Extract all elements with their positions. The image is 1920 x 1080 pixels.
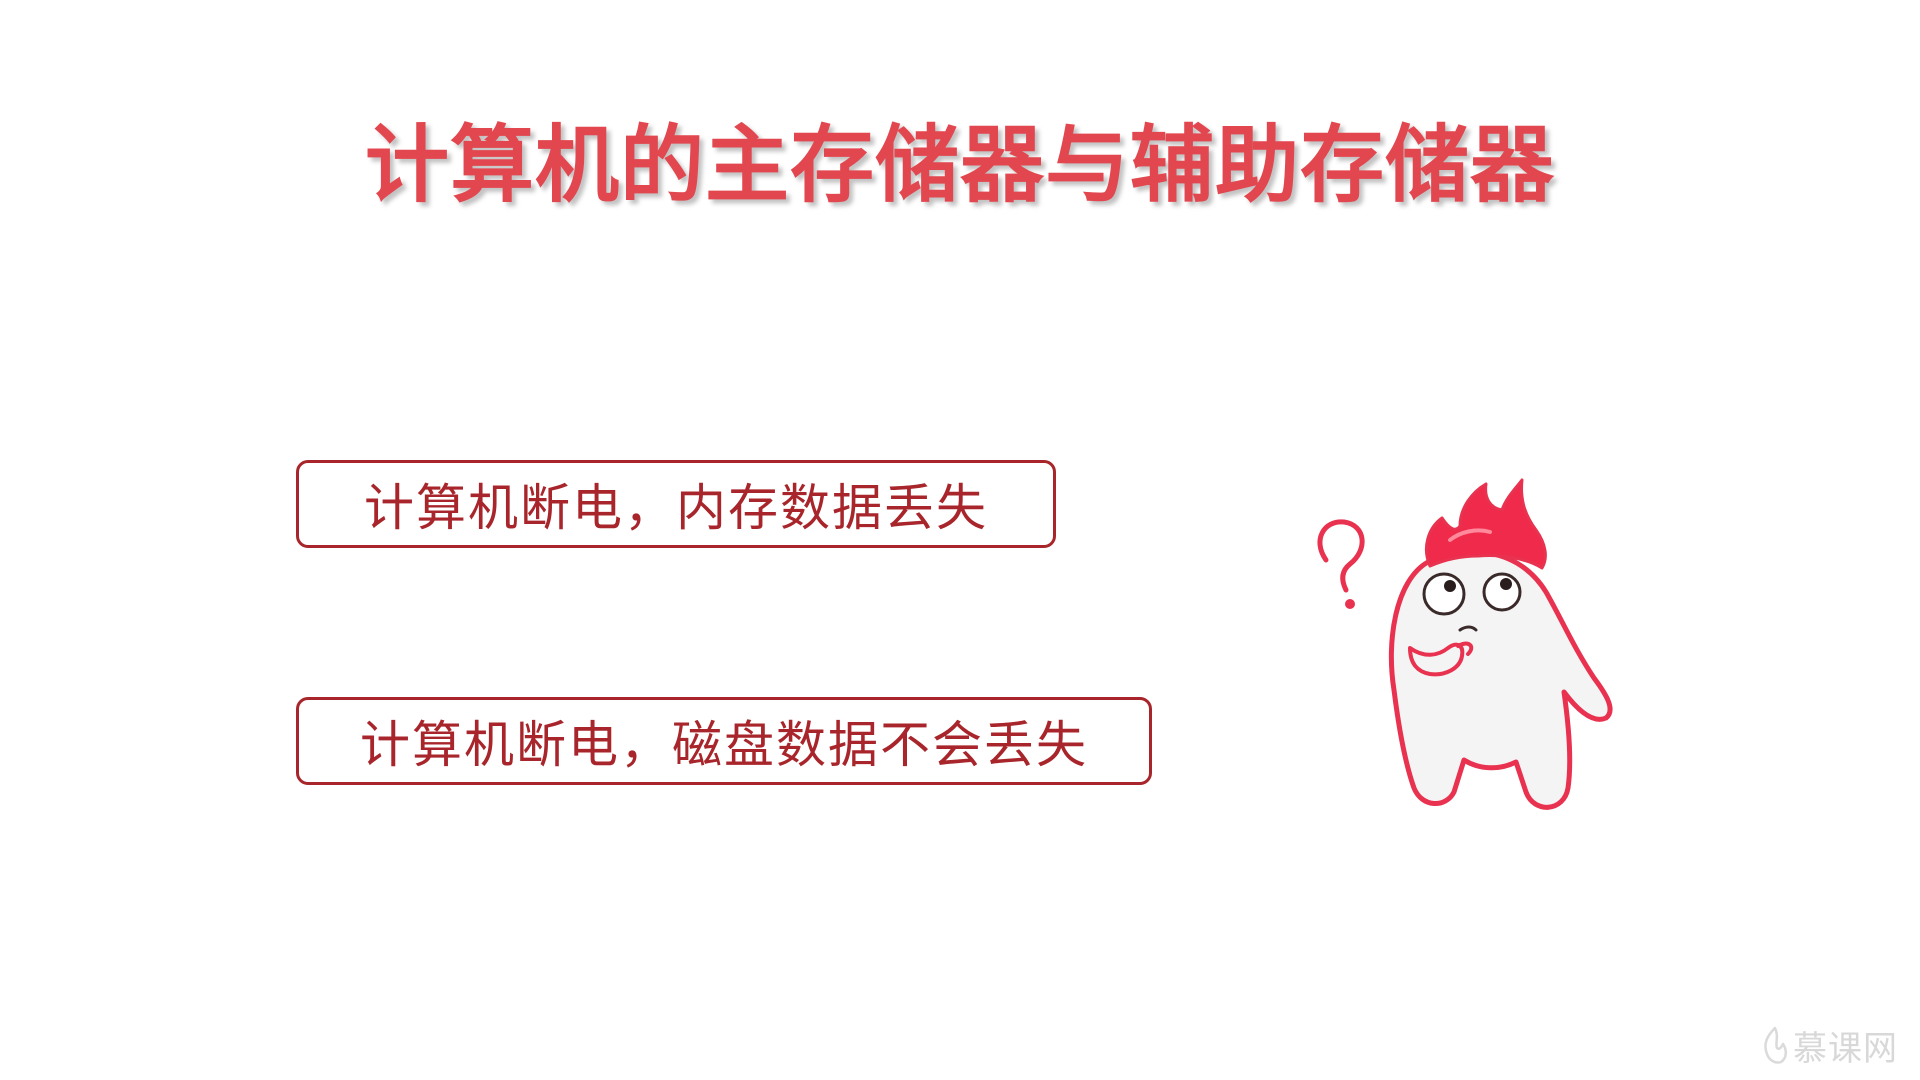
point-box-memory: 计算机断电，内存数据丢失 (296, 460, 1056, 548)
point-text-disk: 计算机断电，磁盘数据不会丢失 (360, 716, 1088, 774)
point-box-disk: 计算机断电，磁盘数据不会丢失 (296, 697, 1152, 785)
thinking-mascot-icon (1317, 478, 1613, 810)
point-text-memory: 计算机断电，内存数据丢失 (364, 479, 988, 537)
flame-logo-icon (1764, 1026, 1787, 1064)
watermark: 慕课网 (1761, 1021, 1898, 1070)
slide-title: 计算机的主存储器与辅助存储器 (364, 116, 1555, 214)
question-mark-icon (1317, 519, 1365, 609)
watermark-text: 慕课网 (1793, 1029, 1898, 1069)
slide: 计算机的主存储器与辅助存储器 计算机断电，内存数据丢失 计算机断电，磁盘数据不会… (0, 0, 1920, 1080)
